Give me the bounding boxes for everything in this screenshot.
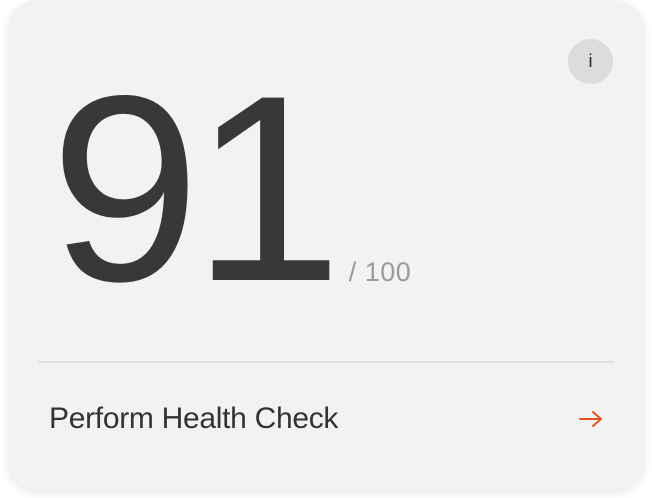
info-icon: i [588, 51, 593, 71]
score-value: 91 [50, 41, 342, 337]
score-max: / 100 [348, 257, 412, 287]
arrow-right-icon [578, 409, 604, 429]
health-score-card: i 91 / 100 Perform Health Check [8, 0, 644, 490]
score-display: 91 / 100 [50, 41, 412, 337]
info-button[interactable]: i [568, 39, 613, 84]
perform-health-check-label: Perform Health Check [49, 402, 339, 435]
perform-health-check-button[interactable]: Perform Health Check [38, 363, 614, 475]
